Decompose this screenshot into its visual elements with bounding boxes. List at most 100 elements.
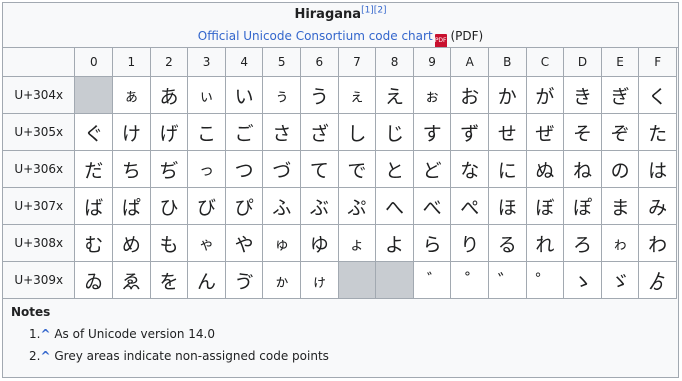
- codepoint-cell[interactable]: ば: [74, 187, 114, 225]
- codepoint-cell[interactable]: っ: [187, 150, 226, 188]
- codepoint-cell[interactable]: ぢ: [149, 150, 189, 188]
- codepoint-cell[interactable]: ゅ: [262, 224, 302, 262]
- codepoint-cell[interactable]: ゟ: [638, 261, 677, 299]
- codepoint-cell[interactable]: う: [300, 76, 339, 114]
- codepoint-cell[interactable]: ち: [112, 150, 151, 188]
- column-header: B: [488, 47, 527, 77]
- codepoint-cell[interactable]: ゕ: [262, 261, 302, 299]
- codepoint-cell[interactable]: ぺ: [450, 187, 489, 225]
- codepoint-cell[interactable]: ご: [224, 113, 264, 151]
- codepoint-cell[interactable]: ぞ: [600, 113, 640, 151]
- codepoint-cell[interactable]: せ: [488, 113, 527, 151]
- note-backlink[interactable]: ^: [40, 349, 50, 363]
- codepoint-cell[interactable]: を: [149, 261, 189, 299]
- codepoint-cell[interactable]: け: [112, 113, 151, 151]
- codepoint-cell[interactable]: ぉ: [412, 76, 452, 114]
- codepoint-cell[interactable]: き: [563, 76, 602, 114]
- codepoint-cell[interactable]: へ: [375, 187, 414, 225]
- codepoint-cell[interactable]: え: [375, 76, 414, 114]
- codepoint-cell[interactable]: と: [375, 150, 414, 188]
- codepoint-cell[interactable]: ど: [412, 150, 452, 188]
- codepoint-cell[interactable]: ぃ: [187, 76, 226, 114]
- codepoint-cell[interactable]: り: [450, 224, 489, 262]
- codepoint-cell[interactable]: は: [638, 150, 677, 188]
- codepoint-cell[interactable]: さ: [262, 113, 302, 151]
- codepoint-cell[interactable]: い: [224, 76, 264, 114]
- codepoint-cell[interactable]: ぁ: [112, 76, 151, 114]
- codepoint-cell[interactable]: ぎ: [600, 76, 640, 114]
- codepoint-cell[interactable]: ん: [187, 261, 226, 299]
- codepoint-cell[interactable]: ゆ: [300, 224, 339, 262]
- codepoint-cell[interactable]: ぽ: [563, 187, 602, 225]
- codepoint-cell[interactable]: や: [224, 224, 264, 262]
- codepoint-cell[interactable]: ゃ: [187, 224, 226, 262]
- codepoint-cell[interactable]: ぷ: [337, 187, 377, 225]
- codepoint-cell[interactable]: ず: [450, 113, 489, 151]
- codepoint-cell[interactable]: む: [74, 224, 114, 262]
- codepoint-cell[interactable]: ぇ: [337, 76, 377, 114]
- codepoint-cell[interactable]: も: [149, 224, 189, 262]
- note-backlink[interactable]: ^: [40, 327, 50, 341]
- codepoint-cell[interactable]: ふ: [262, 187, 302, 225]
- codepoint-cell[interactable]: ょ: [337, 224, 377, 262]
- column-header: 4: [224, 47, 264, 77]
- codepoint-cell[interactable]: ざ: [300, 113, 339, 151]
- codepoint-cell[interactable]: ゝ: [563, 261, 602, 299]
- codepoint-cell[interactable]: ぱ: [112, 187, 151, 225]
- codepoint-cell[interactable]: め: [112, 224, 151, 262]
- codepoint-cell[interactable]: づ: [262, 150, 302, 188]
- codepoint-cell[interactable]: れ: [525, 224, 565, 262]
- note-item: 1.^ As of Unicode version 14.0: [11, 323, 678, 345]
- codepoint-cell[interactable]: ね: [563, 150, 602, 188]
- reference-links[interactable]: [1][2]: [361, 6, 387, 16]
- codepoint-cell[interactable]: で: [337, 150, 377, 188]
- codepoint-cell[interactable]: ゜: [525, 261, 565, 299]
- codepoint-cell[interactable]: く: [638, 76, 677, 114]
- codepoint-cell[interactable]: べ: [412, 187, 452, 225]
- codepoint-cell[interactable]: ほ: [488, 187, 527, 225]
- codepoint-cell[interactable]: ま: [600, 187, 640, 225]
- codepoint-cell[interactable]: わ: [638, 224, 677, 262]
- codepoint-cell[interactable]: あ: [149, 76, 189, 114]
- codepoint-cell[interactable]: げ: [149, 113, 189, 151]
- codepoint-cell[interactable]: に: [488, 150, 527, 188]
- codepoint-cell[interactable]: ろ: [563, 224, 602, 262]
- codepoint-cell[interactable]: ぜ: [525, 113, 565, 151]
- codepoint-cell[interactable]: ぼ: [525, 187, 565, 225]
- codepoint-cell[interactable]: し: [337, 113, 377, 151]
- codepoint-cell[interactable]: ゎ: [600, 224, 640, 262]
- codepoint-cell[interactable]: ゔ: [224, 261, 264, 299]
- codepoint-cell[interactable]: る: [488, 224, 527, 262]
- codepoint-cell[interactable]: す: [412, 113, 452, 151]
- codepoint-cell[interactable]: び: [187, 187, 226, 225]
- codepoint-cell[interactable]: つ: [224, 150, 264, 188]
- codepoint-cell[interactable]: ぶ: [300, 187, 339, 225]
- codepoint-cell[interactable]: ゑ: [112, 261, 151, 299]
- codepoint-cell[interactable]: ぅ: [262, 76, 302, 114]
- codepoint-cell[interactable]: ゚: [450, 261, 489, 299]
- codepoint-cell[interactable]: ぴ: [224, 187, 264, 225]
- codepoint-cell[interactable]: の: [600, 150, 640, 188]
- codepoint-cell[interactable]: が: [525, 76, 565, 114]
- codepoint-cell[interactable]: ぬ: [525, 150, 565, 188]
- codepoint-cell[interactable]: ら: [412, 224, 452, 262]
- codepoint-cell[interactable]: た: [638, 113, 677, 151]
- codepoint-cell[interactable]: み: [638, 187, 677, 225]
- codepoint-cell[interactable]: よ: [375, 224, 414, 262]
- codepoint-cell[interactable]: こ: [187, 113, 226, 151]
- codepoint-cell[interactable]: ゖ: [300, 261, 339, 299]
- codepoint-cell[interactable]: ゐ: [74, 261, 114, 299]
- codepoint-cell[interactable]: ひ: [149, 187, 189, 225]
- unicode-chart-link[interactable]: Official Unicode Consortium code chart: [198, 29, 433, 43]
- codepoint-cell[interactable]: ゞ: [600, 261, 640, 299]
- codepoint-cell[interactable]: ぐ: [74, 113, 114, 151]
- codepoint-cell[interactable]: そ: [563, 113, 602, 151]
- codepoint-cell[interactable]: ゛: [488, 261, 527, 299]
- codepoint-cell[interactable]: な: [450, 150, 489, 188]
- codepoint-cell[interactable]: だ: [74, 150, 114, 188]
- codepoint-cell[interactable]: お: [450, 76, 489, 114]
- codepoint-cell[interactable]: て: [300, 150, 339, 188]
- codepoint-cell[interactable]: か: [488, 76, 527, 114]
- codepoint-cell[interactable]: じ: [375, 113, 414, 151]
- codepoint-cell[interactable]: ゙: [412, 261, 452, 299]
